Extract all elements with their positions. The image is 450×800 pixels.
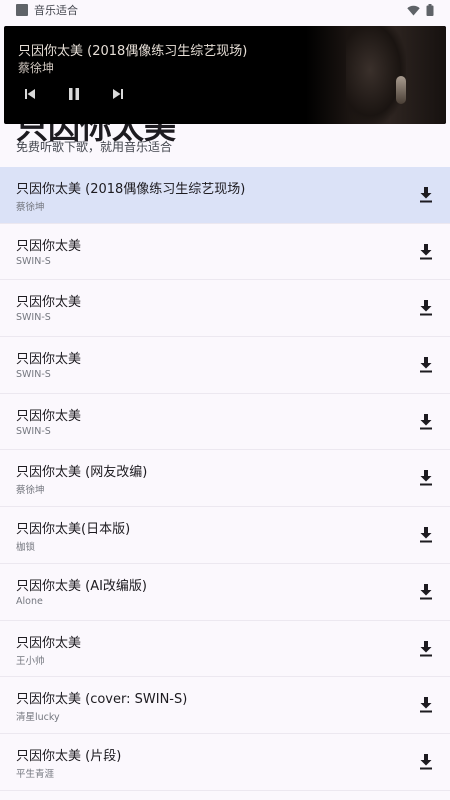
song-title: 只因你太美 (2018偶像练习生综艺现场) (16, 182, 246, 197)
download-icon[interactable] (416, 525, 436, 545)
download-icon[interactable] (416, 185, 436, 205)
song-title: 只因你太美(日本版) (16, 522, 131, 538)
song-row[interactable]: 只因你太美 (片段) 平生青涯 (0, 734, 450, 791)
next-icon[interactable] (110, 86, 126, 102)
song-list: 只因你太美 (2018偶像练习生综艺现场) 蔡徐坤 只因你太美 SWIN-S 只因你太美… (0, 167, 450, 791)
song-artist: 平生青涯 (16, 768, 55, 780)
status-app-name: 音乐适合 (34, 4, 78, 17)
song-artist: 王小帅 (16, 655, 45, 667)
song-row[interactable]: 只因你太美 (cover: SWIN-S) 清星lucky (0, 677, 450, 734)
download-icon[interactable] (416, 298, 436, 318)
pause-icon[interactable] (66, 86, 82, 102)
song-title: 只因你太美 (片段) (16, 748, 122, 764)
download-icon[interactable] (416, 355, 436, 375)
now-playing-artist: 蔡徐坤 (18, 61, 55, 75)
song-artist: SWIN-S (16, 369, 51, 381)
album-art (306, 26, 446, 124)
wifi-icon (407, 5, 420, 16)
page-subtitle: 免费听歌下歌，就用音乐适合 (16, 140, 173, 154)
song-row[interactable]: 只因你太美 SWIN-S (0, 224, 450, 281)
status-bar: 音乐适合 (0, 0, 450, 20)
song-artist: Alone (16, 595, 43, 607)
app-notification-icon (16, 4, 28, 16)
song-artist: 蔡徐坤 (16, 485, 45, 497)
download-icon[interactable] (416, 582, 436, 602)
download-icon[interactable] (416, 242, 436, 262)
previous-icon[interactable] (22, 86, 38, 102)
player-controls (22, 86, 126, 102)
song-title: 只因你太美 (16, 352, 82, 368)
now-playing-title: 只因你太美 (2018偶像练习生综艺现场) (18, 44, 248, 59)
song-row[interactable]: 只因你太美 (AI改编版) Alone (0, 564, 450, 621)
song-row[interactable]: 只因你太美(日本版) 枷锁 (0, 507, 450, 564)
song-title: 只因你太美 (16, 635, 82, 651)
battery-icon (426, 4, 434, 16)
download-icon[interactable] (416, 468, 436, 488)
song-title: 只因你太美 (cover: SWIN-S) (16, 692, 188, 708)
song-row[interactable]: 只因你太美 (2018偶像练习生综艺现场) 蔡徐坤 (0, 167, 450, 224)
song-title: 只因你太美 (16, 408, 82, 424)
download-icon[interactable] (416, 412, 436, 432)
song-artist: 清星lucky (16, 712, 60, 724)
song-row[interactable]: 只因你太美 SWIN-S (0, 337, 450, 394)
song-row[interactable]: 只因你太美 SWIN-S (0, 280, 450, 338)
download-icon[interactable] (416, 695, 436, 715)
song-artist: SWIN-S (16, 425, 51, 437)
song-row[interactable]: 只因你太美 王小帅 (0, 621, 450, 678)
song-artist: SWIN-S (16, 312, 51, 324)
song-title: 只因你太美 (网友改编) (16, 465, 148, 481)
song-artist: SWIN-S (16, 255, 51, 267)
song-artist: 蔡徐坤 (16, 202, 45, 213)
song-row[interactable]: 只因你太美 (网友改编) 蔡徐坤 (0, 450, 450, 508)
song-title: 只因你太美 (16, 295, 82, 311)
song-artist: 枷锁 (16, 542, 36, 554)
song-title: 只因你太美 (AI改编版) (16, 578, 148, 594)
song-row[interactable]: 只因你太美 SWIN-S (0, 394, 450, 451)
download-icon[interactable] (416, 639, 436, 659)
song-title: 只因你太美 (16, 238, 82, 254)
status-icons (407, 4, 434, 16)
now-playing-card[interactable]: 只因你太美 (2018偶像练习生综艺现场) 蔡徐坤 (4, 26, 446, 124)
download-icon[interactable] (416, 752, 436, 772)
